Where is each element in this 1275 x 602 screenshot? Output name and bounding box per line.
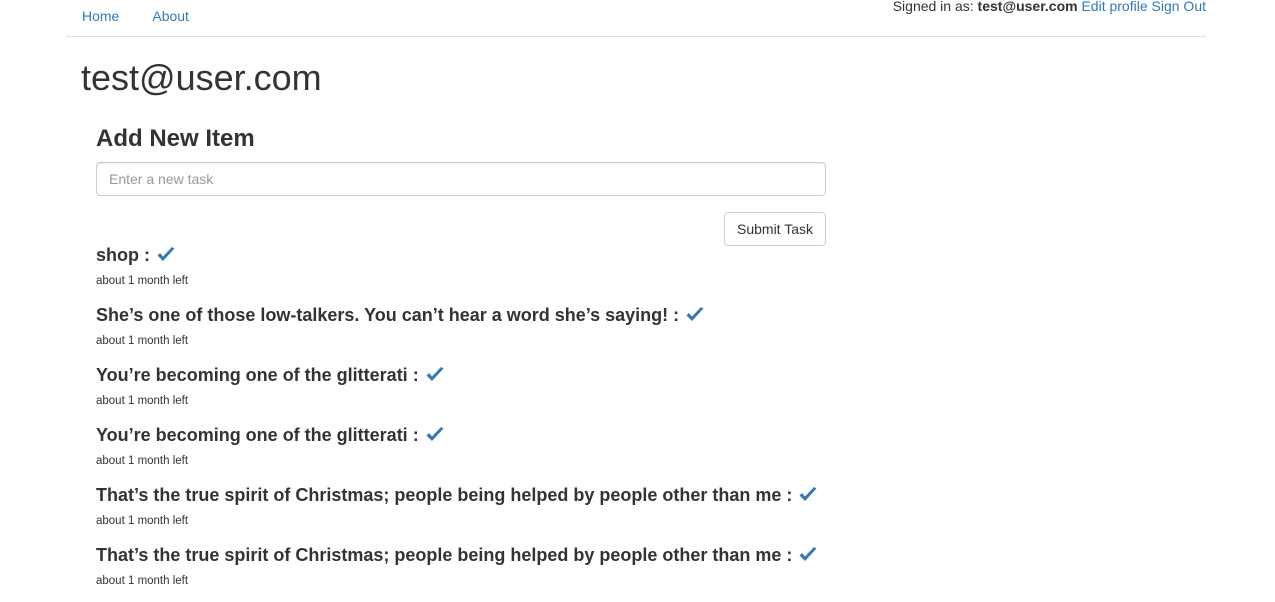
task-title-row: shop : bbox=[96, 242, 996, 268]
task-title: You’re becoming one of the glitterati : bbox=[96, 365, 419, 385]
task-time-left: about 1 month left bbox=[96, 335, 189, 347]
task-title: That’s the true spirit of Christmas; peo… bbox=[96, 545, 793, 565]
nav-home-link[interactable]: Home bbox=[82, 8, 119, 24]
check-icon[interactable] bbox=[425, 426, 445, 444]
nav-links: Home About bbox=[82, 8, 189, 24]
check-icon[interactable] bbox=[798, 486, 818, 504]
navbar: Home About Signed in as: test@user.com E… bbox=[66, 0, 1206, 37]
task-list: shop : about 1 month left She’s one of t… bbox=[96, 242, 996, 602]
task-item: You’re becoming one of the glitterati : … bbox=[96, 362, 996, 422]
sign-out-link[interactable]: Sign Out bbox=[1152, 0, 1206, 14]
submit-task-button[interactable]: Submit Task bbox=[724, 212, 826, 246]
nav-about-link[interactable]: About bbox=[152, 8, 189, 24]
task-time-left: about 1 month left bbox=[96, 275, 189, 287]
check-icon[interactable] bbox=[685, 306, 705, 324]
check-icon[interactable] bbox=[425, 366, 445, 384]
task-title: shop : bbox=[96, 245, 150, 265]
task-title-row: That’s the true spirit of Christmas; peo… bbox=[96, 482, 996, 508]
new-task-form: Add New Item Submit Task bbox=[96, 123, 826, 246]
task-input[interactable] bbox=[96, 162, 826, 196]
task-title-row: You’re becoming one of the glitterati : bbox=[96, 362, 996, 388]
task-title: That’s the true spirit of Christmas; peo… bbox=[96, 485, 793, 505]
task-time-left: about 1 month left bbox=[96, 395, 189, 407]
task-item: shop : about 1 month left bbox=[96, 242, 996, 302]
task-title: You’re becoming one of the glitterati : bbox=[96, 425, 419, 445]
task-title-row: You’re becoming one of the glitterati : bbox=[96, 422, 996, 448]
form-heading: Add New Item bbox=[96, 125, 255, 152]
task-item: That’s the true spirit of Christmas; peo… bbox=[96, 482, 996, 542]
task-title-row: She’s one of those low-talkers. You can’… bbox=[96, 302, 996, 328]
task-time-left: about 1 month left bbox=[96, 575, 189, 587]
task-item: She’s one of those low-talkers. You can’… bbox=[96, 302, 996, 362]
check-icon[interactable] bbox=[798, 546, 818, 564]
signed-in-email: test@user.com bbox=[977, 0, 1078, 14]
signed-in-label: Signed in as: bbox=[892, 0, 978, 14]
check-icon[interactable] bbox=[156, 246, 176, 264]
task-item: You’re becoming one of the glitterati : … bbox=[96, 422, 996, 482]
task-time-left: about 1 month left bbox=[96, 455, 189, 467]
task-title-row: That’s the true spirit of Christmas; peo… bbox=[96, 542, 996, 568]
task-time-left: about 1 month left bbox=[96, 515, 189, 527]
user-nav: Signed in as: test@user.com Edit profile… bbox=[893, 0, 1206, 14]
task-title: She’s one of those low-talkers. You can’… bbox=[96, 305, 680, 325]
task-item: That’s the true spirit of Christmas; peo… bbox=[96, 542, 996, 602]
page-title: test@user.com bbox=[81, 57, 322, 98]
edit-profile-link[interactable]: Edit profile bbox=[1081, 0, 1147, 14]
